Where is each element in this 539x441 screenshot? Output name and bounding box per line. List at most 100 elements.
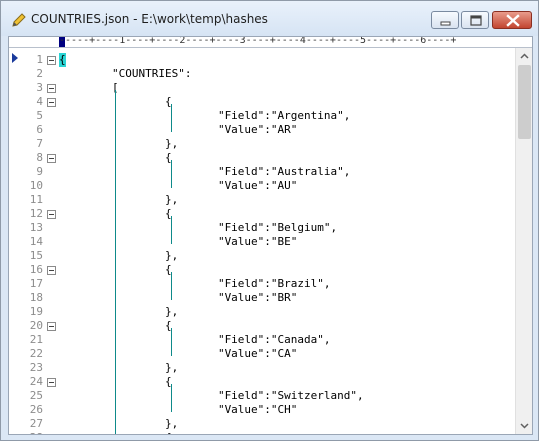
code-text: "Field":"Belgium", [59,221,338,234]
code-text: }, [59,305,179,318]
line-number: 11 [29,193,43,206]
code-line[interactable]: 3 [ [9,81,519,95]
line-number: 25 [29,389,43,402]
code-line[interactable]: 13 "Field":"Belgium", [9,221,519,235]
code-line[interactable]: 2 "COUNTRIES": [9,67,519,81]
scroll-up-button[interactable] [516,48,532,65]
code-line[interactable]: 15 }, [9,249,519,263]
code-line[interactable]: 23 }, [9,361,519,375]
code-line[interactable]: 20 { [9,319,519,333]
fold-toggle-icon[interactable] [47,98,56,107]
line-number: 18 [29,291,43,304]
fold-toggle-icon[interactable] [47,378,56,387]
code-line[interactable]: 12 { [9,207,519,221]
code-text: "Field":"Brazil", [59,277,331,290]
code-line[interactable]: 10 "Value":"AU" [9,179,519,193]
fold-toggle-icon[interactable] [47,154,56,163]
code-area[interactable]: 1{2 "COUNTRIES": 3 [4 {5 "Field":"Argenti… [9,53,519,435]
code-text: "Value":"AR" [59,123,298,136]
editor-client-area: -----+----1----+----2----+----3----+----… [8,36,533,435]
line-number: 23 [29,361,43,374]
minimize-icon [440,21,451,26]
pencil-icon [12,13,26,27]
line-number: 10 [29,179,43,192]
code-text: "Value":"AU" [59,179,298,192]
indent-guide-3 [171,160,172,188]
code-text: "Field":"Argentina", [59,109,351,122]
indent-guide-6 [171,328,172,356]
window-title: COUNTRIES.json - E:\work\temp\hashes [31,12,268,26]
code-line[interactable]: 27 }, [9,417,519,431]
code-line[interactable]: 22 "Value":"CA" [9,347,519,361]
line-number: 3 [36,81,43,94]
line-number: 4 [36,95,43,108]
fold-toggle-icon[interactable] [47,84,56,93]
code-line[interactable]: 18 "Value":"BR" [9,291,519,305]
line-number: 16 [29,263,43,276]
fold-toggle-icon[interactable] [47,56,56,65]
line-number: 20 [29,319,43,332]
line-number: 7 [36,137,43,150]
column-ruler: -----+----1----+----2----+----3----+----… [9,37,532,48]
code-line[interactable]: 6 "Value":"AR" [9,123,519,137]
scroll-down-button[interactable] [516,417,532,434]
indent-guide-5 [171,272,172,300]
line-number: 24 [29,375,43,388]
code-text: "Value":"CH" [59,403,298,416]
code-line[interactable]: 25 "Field":"Switzerland", [9,389,519,403]
code-text: }, [59,249,179,262]
maximize-icon [470,15,482,26]
code-line[interactable]: 8 { [9,151,519,165]
indent-guide-7 [171,384,172,412]
code-line[interactable]: 28 { [9,431,519,435]
code-line[interactable]: 16 { [9,263,519,277]
code-text: "COUNTRIES": [59,67,192,80]
code-line[interactable]: 26 "Value":"CH" [9,403,519,417]
vertical-scrollbar[interactable] [515,48,532,434]
fold-toggle-icon[interactable] [47,322,56,331]
line-number: 8 [36,151,43,164]
code-line[interactable]: 21 "Field":"Canada", [9,333,519,347]
code-line[interactable]: 17 "Field":"Brazil", [9,277,519,291]
code-text: "Value":"CA" [59,347,298,360]
code-text: "Value":"BE" [59,235,298,248]
close-button[interactable] [492,11,532,29]
code-text: "Field":"Australia", [59,165,351,178]
line-number: 2 [36,67,43,80]
chevron-up-icon [520,53,529,59]
line-number: 1 [36,53,43,66]
line-number: 28 [9,431,43,434]
line-number: 19 [29,305,43,318]
fold-toggle-icon[interactable] [47,434,56,435]
code-line[interactable]: 1{ [9,53,519,67]
code-line[interactable]: 5 "Field":"Argentina", [9,109,519,123]
title-bar[interactable]: COUNTRIES.json - E:\work\temp\hashes [1,1,538,36]
code-text: }, [59,417,179,430]
line-number: 5 [36,109,43,122]
scrollbar-thumb[interactable] [518,65,531,139]
code-line[interactable]: 24 { [9,375,519,389]
chevron-down-icon [520,423,529,429]
code-text: "Field":"Switzerland", [59,389,364,402]
code-text: }, [59,137,179,150]
maximize-button[interactable] [461,11,489,29]
fold-toggle-icon[interactable] [47,266,56,275]
minimize-button[interactable] [431,11,459,29]
code-line[interactable]: 9 "Field":"Australia", [9,165,519,179]
code-text: [ [59,81,119,94]
editor-window: COUNTRIES.json - E:\work\temp\hashes ---… [0,0,539,441]
code-text: }, [59,193,179,206]
line-number: 27 [29,417,43,430]
line-number: 12 [29,207,43,220]
code-line[interactable]: 11 }, [9,193,519,207]
fold-toggle-icon[interactable] [47,210,56,219]
code-line[interactable]: 14 "Value":"BE" [9,235,519,249]
code-line[interactable]: 4 { [9,95,519,109]
line-number: 26 [29,403,43,416]
code-line[interactable]: 19 }, [9,305,519,319]
code-text: "Value":"BR" [59,291,298,304]
indent-guide-2 [171,104,172,132]
line-number: 22 [29,347,43,360]
line-number: 13 [29,221,43,234]
code-line[interactable]: 7 }, [9,137,519,151]
